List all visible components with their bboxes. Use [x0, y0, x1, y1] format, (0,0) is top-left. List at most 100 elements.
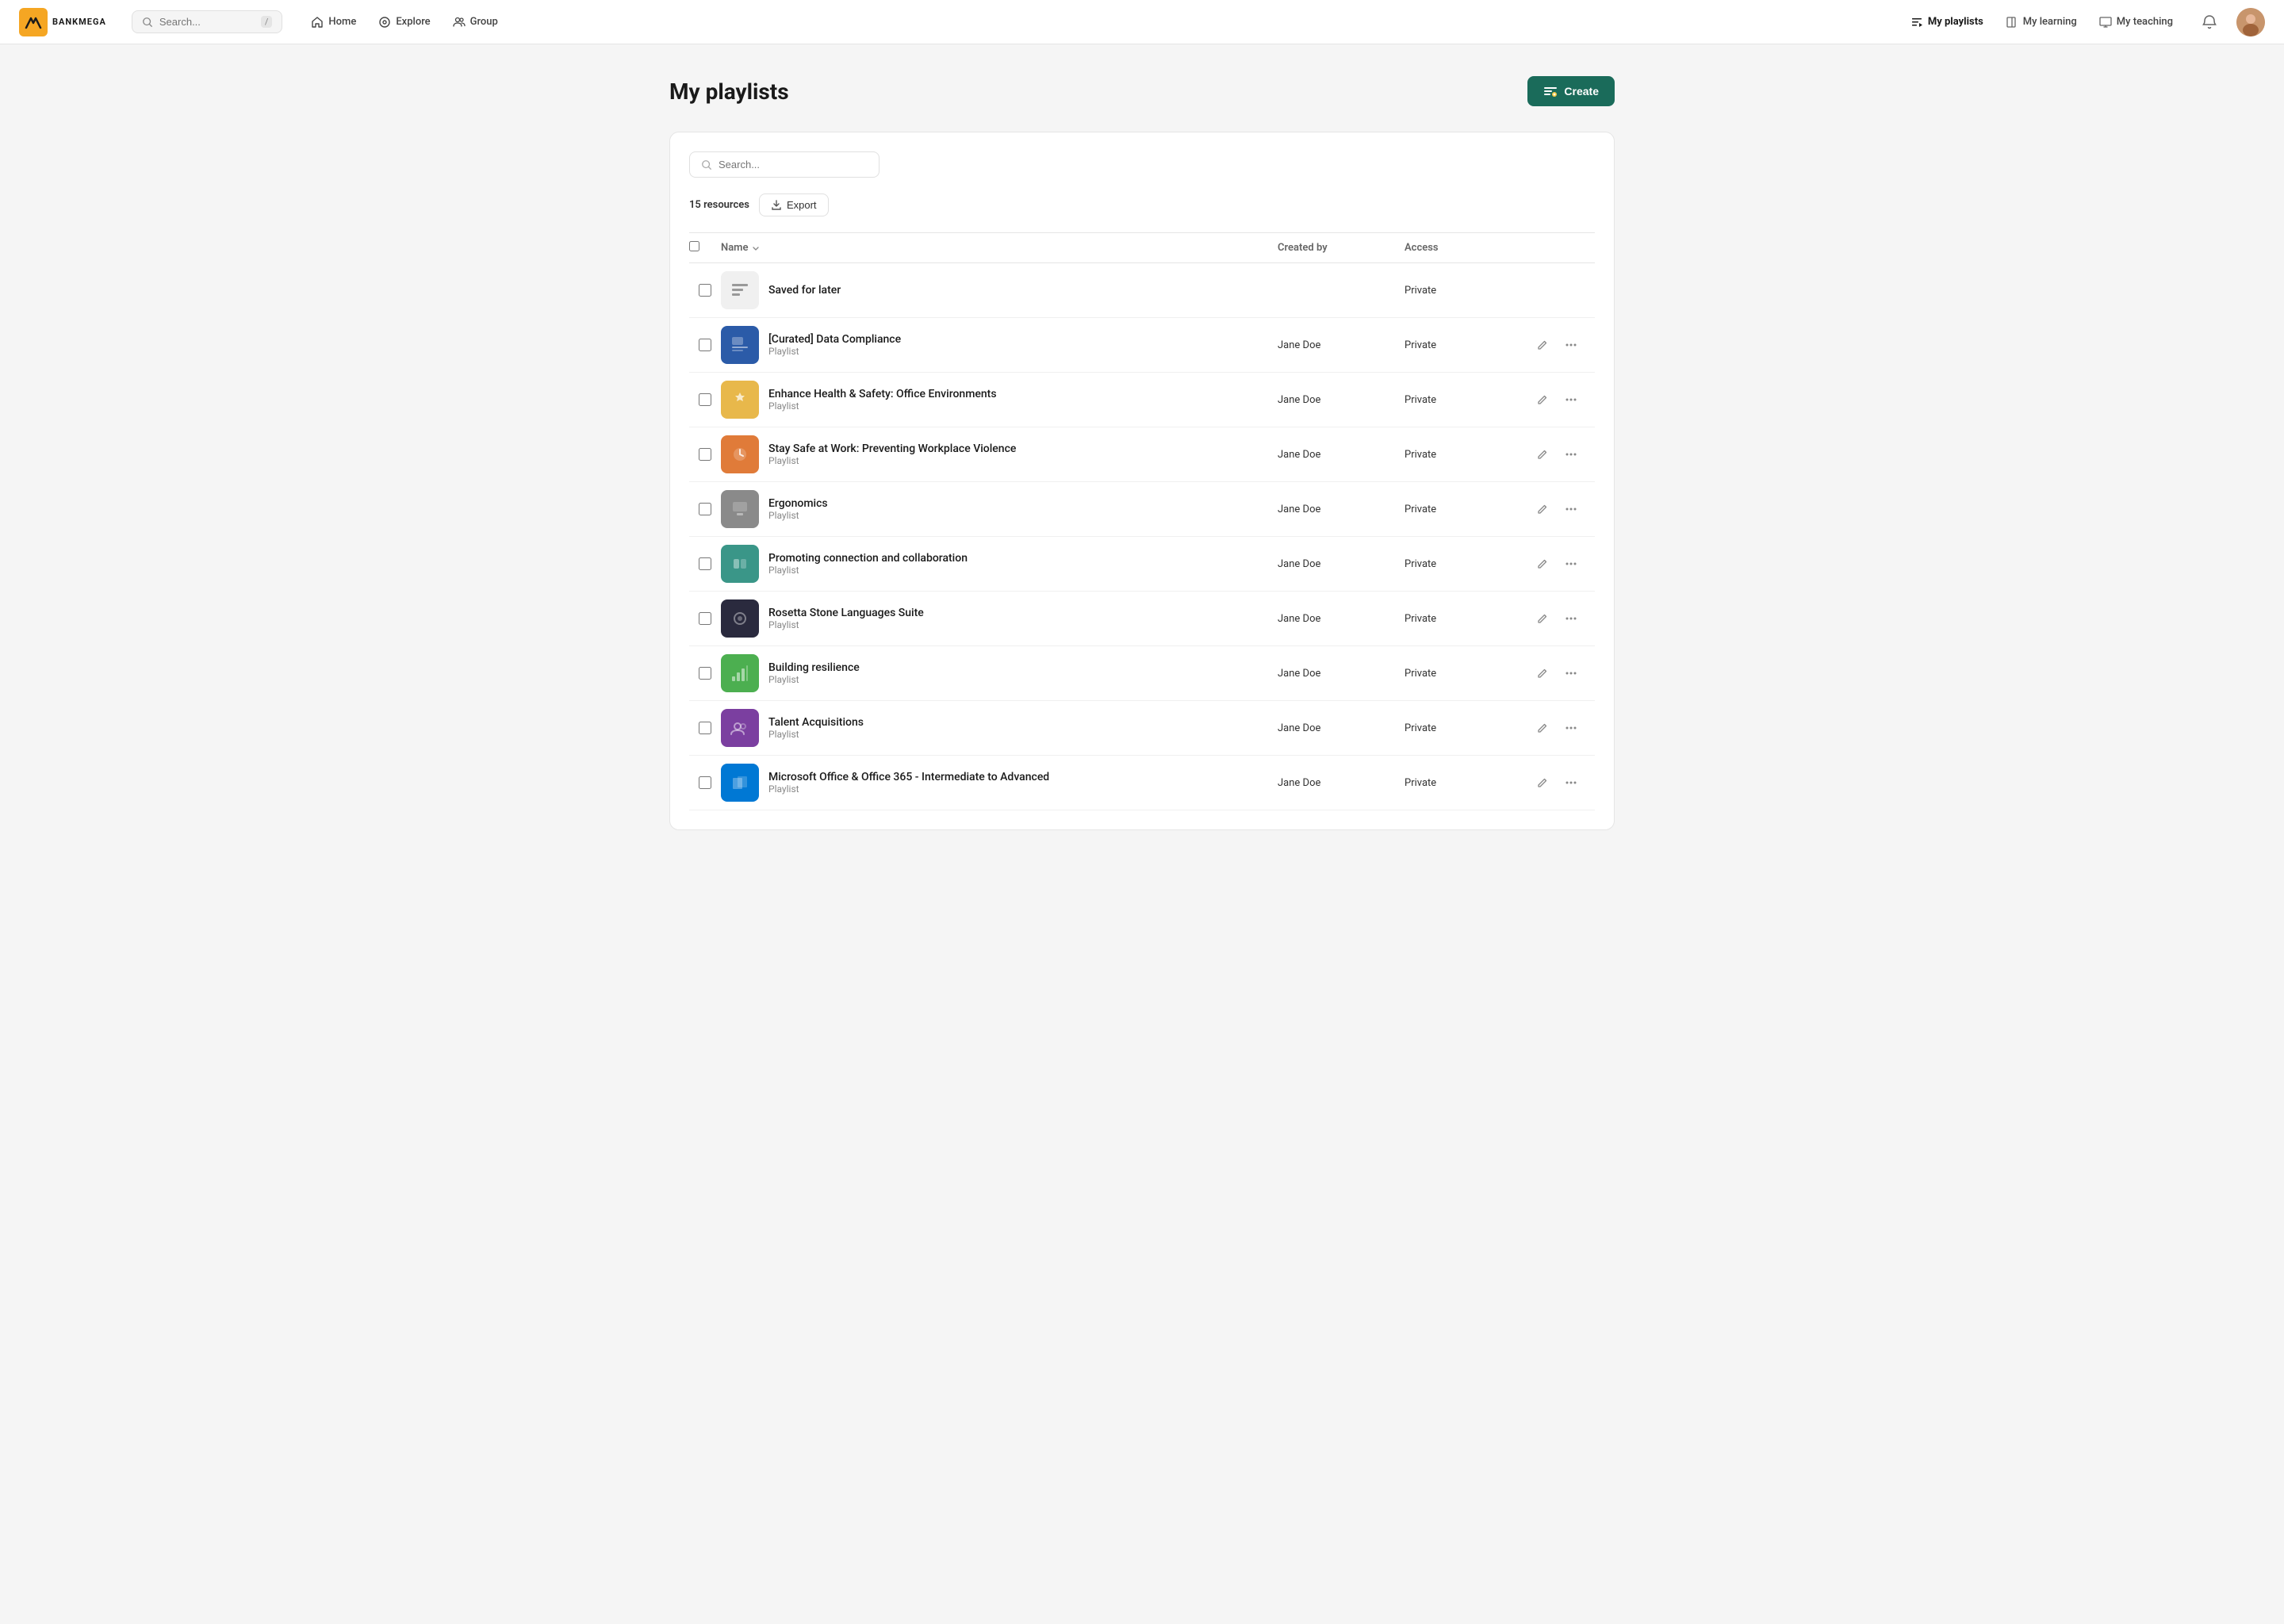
- more-icon[interactable]: [1560, 553, 1582, 575]
- checkbox-saved-for-later[interactable]: [699, 284, 711, 297]
- checkbox-building-resilience[interactable]: [699, 667, 711, 680]
- row-name-title-talent-acquisitions[interactable]: Talent Acquisitions: [768, 716, 864, 729]
- row-checkbox-microsoft-office[interactable]: [689, 776, 721, 789]
- card-search-wrapper[interactable]: [689, 151, 879, 178]
- checkbox-rosetta-stone[interactable]: [699, 612, 711, 625]
- page-content: My playlists Create 15: [650, 44, 1634, 862]
- row-name-sub-ergonomics: Playlist: [768, 510, 828, 521]
- table-row: Enhance Health & Safety: Office Environm…: [689, 373, 1595, 427]
- create-button[interactable]: Create: [1527, 76, 1615, 106]
- more-icon[interactable]: [1560, 334, 1582, 356]
- playlist-search-input[interactable]: [719, 159, 861, 170]
- avatar[interactable]: [2236, 8, 2265, 36]
- row-checkbox-talent-acquisitions[interactable]: [689, 722, 721, 734]
- row-name-info-building-resilience: Building resilience Playlist: [768, 661, 860, 685]
- more-icon[interactable]: [1560, 498, 1582, 520]
- resource-row: 15 resources Export: [689, 193, 1595, 229]
- checkbox-enhance-health-safety[interactable]: [699, 393, 711, 406]
- more-icon[interactable]: [1560, 662, 1582, 684]
- checkbox-stay-safe-work[interactable]: [699, 448, 711, 461]
- more-icon[interactable]: [1560, 717, 1582, 739]
- row-checkbox-building-resilience[interactable]: [689, 667, 721, 680]
- row-name-sub-promoting-connection: Playlist: [768, 565, 968, 576]
- nav-my-playlists[interactable]: My playlists: [1901, 11, 1993, 33]
- logo[interactable]: BANKMEGA: [19, 8, 106, 36]
- export-button[interactable]: Export: [759, 193, 829, 216]
- row-name-sub-talent-acquisitions: Playlist: [768, 729, 864, 740]
- edit-icon[interactable]: [1531, 553, 1554, 575]
- nav-explore[interactable]: Explore: [369, 11, 439, 33]
- teach-icon: [2099, 16, 2112, 29]
- row-name-sub-enhance-health-safety: Playlist: [768, 400, 997, 412]
- row-checkbox-saved-for-later[interactable]: [689, 284, 721, 297]
- row-created-by-ergonomics: Jane Doe: [1278, 504, 1405, 515]
- edit-icon[interactable]: [1531, 498, 1554, 520]
- row-name-info-microsoft-office: Microsoft Office & Office 365 - Intermed…: [768, 771, 1049, 795]
- checkbox-promoting-connection[interactable]: [699, 557, 711, 570]
- edit-icon[interactable]: [1531, 607, 1554, 630]
- global-search[interactable]: /: [132, 10, 283, 33]
- playlist-thumb-rosetta-stone: [721, 599, 759, 638]
- avatar-image: [2236, 8, 2265, 36]
- row-name-title-promoting-connection[interactable]: Promoting connection and collaboration: [768, 552, 968, 565]
- row-name-title-saved-for-later[interactable]: Saved for later: [768, 284, 841, 297]
- row-checkbox-promoting-connection[interactable]: [689, 557, 721, 570]
- row-name-cell-stay-safe-work: Stay Safe at Work: Preventing Workplace …: [721, 435, 1278, 473]
- more-icon[interactable]: [1560, 443, 1582, 465]
- row-name-sub-building-resilience: Playlist: [768, 674, 860, 685]
- row-checkbox-ergonomics[interactable]: [689, 503, 721, 515]
- nav-my-teaching[interactable]: My teaching: [2090, 11, 2182, 33]
- card-search-icon: [701, 159, 712, 170]
- edit-icon[interactable]: [1531, 334, 1554, 356]
- create-button-label: Create: [1564, 85, 1599, 98]
- row-checkbox-enhance-health-safety[interactable]: [689, 393, 721, 406]
- checkbox-ergonomics[interactable]: [699, 503, 711, 515]
- select-all-checkbox[interactable]: [689, 241, 699, 251]
- row-created-by-rosetta-stone: Jane Doe: [1278, 613, 1405, 625]
- row-name-title-curated-data-compliance[interactable]: [Curated] Data Compliance: [768, 333, 901, 346]
- row-name-title-enhance-health-safety[interactable]: Enhance Health & Safety: Office Environm…: [768, 388, 997, 400]
- row-name-title-microsoft-office[interactable]: Microsoft Office & Office 365 - Intermed…: [768, 771, 1049, 783]
- header-created-by: Created by: [1278, 242, 1405, 254]
- row-created-by-curated-data-compliance: Jane Doe: [1278, 339, 1405, 351]
- row-created-by-building-resilience: Jane Doe: [1278, 668, 1405, 680]
- nav-my-learning[interactable]: My learning: [1996, 11, 2087, 33]
- row-name-title-rosetta-stone[interactable]: Rosetta Stone Languages Suite: [768, 607, 924, 619]
- row-access-building-resilience: Private: [1405, 668, 1531, 680]
- search-input[interactable]: [159, 16, 255, 28]
- row-actions: [1531, 389, 1595, 411]
- row-name-title-ergonomics[interactable]: Ergonomics: [768, 497, 828, 510]
- table-row: Rosetta Stone Languages Suite Playlist J…: [689, 592, 1595, 646]
- row-name-cell-talent-acquisitions: Talent Acquisitions Playlist: [721, 709, 1278, 747]
- edit-icon[interactable]: [1531, 389, 1554, 411]
- row-created-by-talent-acquisitions: Jane Doe: [1278, 722, 1405, 734]
- row-actions: [1531, 443, 1595, 465]
- row-name-info-rosetta-stone: Rosetta Stone Languages Suite Playlist: [768, 607, 924, 630]
- row-name-info-stay-safe-work: Stay Safe at Work: Preventing Workplace …: [768, 442, 1016, 466]
- nav-group[interactable]: Group: [443, 11, 508, 33]
- header-checkbox[interactable]: [689, 241, 721, 255]
- checkbox-curated-data-compliance[interactable]: [699, 339, 711, 351]
- checkbox-talent-acquisitions[interactable]: [699, 722, 711, 734]
- edit-icon[interactable]: [1531, 772, 1554, 794]
- edit-icon[interactable]: [1531, 443, 1554, 465]
- row-checkbox-stay-safe-work[interactable]: [689, 448, 721, 461]
- more-icon[interactable]: [1560, 772, 1582, 794]
- edit-icon[interactable]: [1531, 662, 1554, 684]
- nav-explore-label: Explore: [396, 16, 430, 28]
- row-created-by-stay-safe-work: Jane Doe: [1278, 449, 1405, 461]
- table-header: Name Created by Access: [689, 232, 1595, 263]
- row-actions: [1531, 334, 1595, 356]
- row-checkbox-curated-data-compliance[interactable]: [689, 339, 721, 351]
- more-icon[interactable]: [1560, 607, 1582, 630]
- book-icon: [2006, 16, 2018, 29]
- edit-icon[interactable]: [1531, 717, 1554, 739]
- notification-button[interactable]: [2195, 8, 2224, 36]
- checkbox-microsoft-office[interactable]: [699, 776, 711, 789]
- row-name-title-stay-safe-work[interactable]: Stay Safe at Work: Preventing Workplace …: [768, 442, 1016, 455]
- header-name[interactable]: Name: [721, 242, 1278, 254]
- nav-home[interactable]: Home: [301, 11, 366, 33]
- more-icon[interactable]: [1560, 389, 1582, 411]
- row-checkbox-rosetta-stone[interactable]: [689, 612, 721, 625]
- row-name-title-building-resilience[interactable]: Building resilience: [768, 661, 860, 674]
